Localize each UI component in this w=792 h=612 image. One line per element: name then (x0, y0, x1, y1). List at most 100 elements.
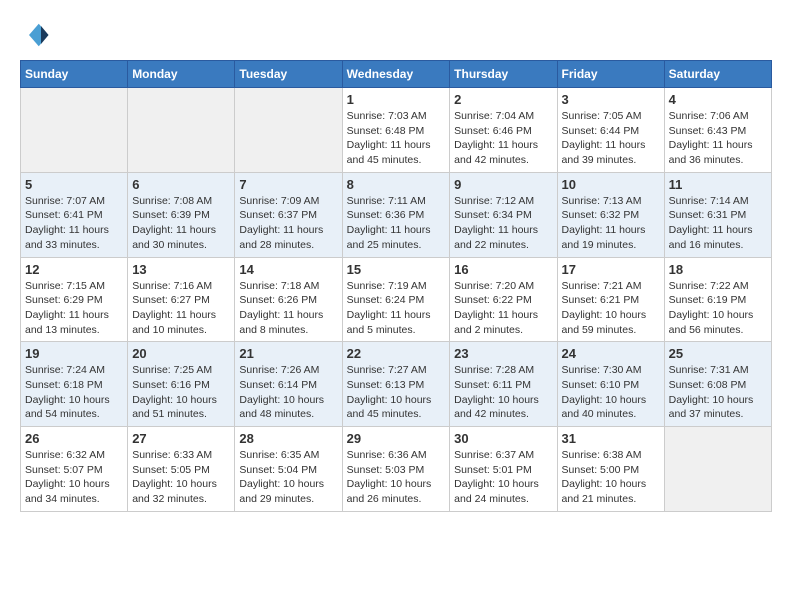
day-number: 9 (454, 177, 552, 192)
day-number: 19 (25, 346, 123, 361)
day-info: Sunrise: 7:30 AM Sunset: 6:10 PM Dayligh… (562, 363, 660, 422)
day-info: Sunrise: 7:18 AM Sunset: 6:26 PM Dayligh… (239, 279, 337, 338)
day-number: 8 (347, 177, 446, 192)
calendar-day-cell: 28 Sunrise: 6:35 AM Sunset: 5:04 PM Dayli… (235, 427, 342, 512)
day-number: 29 (347, 431, 446, 446)
day-info: Sunrise: 6:32 AM Sunset: 5:07 PM Dayligh… (25, 448, 123, 507)
day-info: Sunrise: 7:04 AM Sunset: 6:46 PM Dayligh… (454, 109, 552, 168)
empty-day-cell (128, 88, 235, 173)
weekday-header: Monday (128, 61, 235, 88)
calendar-week-row: 19 Sunrise: 7:24 AM Sunset: 6:18 PM Dayli… (21, 342, 772, 427)
day-number: 27 (132, 431, 230, 446)
day-info: Sunrise: 7:07 AM Sunset: 6:41 PM Dayligh… (25, 194, 123, 253)
calendar-day-cell: 24 Sunrise: 7:30 AM Sunset: 6:10 PM Dayli… (557, 342, 664, 427)
day-info: Sunrise: 7:14 AM Sunset: 6:31 PM Dayligh… (669, 194, 767, 253)
empty-day-cell (235, 88, 342, 173)
day-info: Sunrise: 6:37 AM Sunset: 5:01 PM Dayligh… (454, 448, 552, 507)
day-info: Sunrise: 7:05 AM Sunset: 6:44 PM Dayligh… (562, 109, 660, 168)
day-info: Sunrise: 7:13 AM Sunset: 6:32 PM Dayligh… (562, 194, 660, 253)
day-number: 12 (25, 262, 123, 277)
day-number: 26 (25, 431, 123, 446)
calendar-day-cell: 4 Sunrise: 7:06 AM Sunset: 6:43 PM Daylig… (664, 88, 771, 173)
day-number: 21 (239, 346, 337, 361)
day-info: Sunrise: 7:09 AM Sunset: 6:37 PM Dayligh… (239, 194, 337, 253)
day-info: Sunrise: 7:12 AM Sunset: 6:34 PM Dayligh… (454, 194, 552, 253)
day-number: 31 (562, 431, 660, 446)
day-number: 11 (669, 177, 767, 192)
calendar-day-cell: 22 Sunrise: 7:27 AM Sunset: 6:13 PM Dayli… (342, 342, 450, 427)
day-number: 25 (669, 346, 767, 361)
day-number: 15 (347, 262, 446, 277)
calendar-week-row: 1 Sunrise: 7:03 AM Sunset: 6:48 PM Daylig… (21, 88, 772, 173)
day-info: Sunrise: 7:28 AM Sunset: 6:11 PM Dayligh… (454, 363, 552, 422)
calendar-day-cell: 27 Sunrise: 6:33 AM Sunset: 5:05 PM Dayli… (128, 427, 235, 512)
day-info: Sunrise: 7:20 AM Sunset: 6:22 PM Dayligh… (454, 279, 552, 338)
day-info: Sunrise: 7:22 AM Sunset: 6:19 PM Dayligh… (669, 279, 767, 338)
day-info: Sunrise: 7:16 AM Sunset: 6:27 PM Dayligh… (132, 279, 230, 338)
day-number: 17 (562, 262, 660, 277)
day-info: Sunrise: 7:27 AM Sunset: 6:13 PM Dayligh… (347, 363, 446, 422)
calendar-week-row: 26 Sunrise: 6:32 AM Sunset: 5:07 PM Dayli… (21, 427, 772, 512)
empty-day-cell (664, 427, 771, 512)
day-info: Sunrise: 6:33 AM Sunset: 5:05 PM Dayligh… (132, 448, 230, 507)
day-number: 6 (132, 177, 230, 192)
calendar-day-cell: 14Sunrise: 7:18 AM Sunset: 6:26 PM Dayli… (235, 257, 342, 342)
calendar-day-cell: 9 Sunrise: 7:12 AM Sunset: 6:34 PM Daylig… (450, 172, 557, 257)
calendar-day-cell: 19 Sunrise: 7:24 AM Sunset: 6:18 PM Dayli… (21, 342, 128, 427)
calendar-day-cell: 21 Sunrise: 7:26 AM Sunset: 6:14 PM Dayli… (235, 342, 342, 427)
calendar-day-cell: 7Sunrise: 7:09 AM Sunset: 6:37 PM Daylig… (235, 172, 342, 257)
calendar-day-cell: 23Sunrise: 7:28 AM Sunset: 6:11 PM Dayli… (450, 342, 557, 427)
calendar-day-cell: 10 Sunrise: 7:13 AM Sunset: 6:32 PM Dayli… (557, 172, 664, 257)
day-info: Sunrise: 7:08 AM Sunset: 6:39 PM Dayligh… (132, 194, 230, 253)
day-info: Sunrise: 7:19 AM Sunset: 6:24 PM Dayligh… (347, 279, 446, 338)
page-header (20, 20, 772, 50)
day-number: 4 (669, 92, 767, 107)
weekday-header: Tuesday (235, 61, 342, 88)
calendar-day-cell: 13 Sunrise: 7:16 AM Sunset: 6:27 PM Dayli… (128, 257, 235, 342)
calendar-day-cell: 5Sunrise: 7:07 AM Sunset: 6:41 PM Daylig… (21, 172, 128, 257)
day-number: 30 (454, 431, 552, 446)
calendar-day-cell: 1 Sunrise: 7:03 AM Sunset: 6:48 PM Daylig… (342, 88, 450, 173)
day-info: Sunrise: 7:06 AM Sunset: 6:43 PM Dayligh… (669, 109, 767, 168)
calendar-day-cell: 3Sunrise: 7:05 AM Sunset: 6:44 PM Daylig… (557, 88, 664, 173)
calendar-day-cell: 12Sunrise: 7:15 AM Sunset: 6:29 PM Dayli… (21, 257, 128, 342)
empty-day-cell (21, 88, 128, 173)
calendar-day-cell: 18 Sunrise: 7:22 AM Sunset: 6:19 PM Dayli… (664, 257, 771, 342)
calendar-day-cell: 17 Sunrise: 7:21 AM Sunset: 6:21 PM Dayli… (557, 257, 664, 342)
day-number: 24 (562, 346, 660, 361)
logo-icon (20, 20, 50, 50)
day-number: 22 (347, 346, 446, 361)
calendar-day-cell: 26 Sunrise: 6:32 AM Sunset: 5:07 PM Dayli… (21, 427, 128, 512)
calendar-day-cell: 11 Sunrise: 7:14 AM Sunset: 6:31 PM Dayli… (664, 172, 771, 257)
day-info: Sunrise: 7:31 AM Sunset: 6:08 PM Dayligh… (669, 363, 767, 422)
weekday-header: Wednesday (342, 61, 450, 88)
day-number: 28 (239, 431, 337, 446)
calendar-week-row: 5Sunrise: 7:07 AM Sunset: 6:41 PM Daylig… (21, 172, 772, 257)
calendar-day-cell: 20Sunrise: 7:25 AM Sunset: 6:16 PM Dayli… (128, 342, 235, 427)
calendar-day-cell: 30 Sunrise: 6:37 AM Sunset: 5:01 PM Dayli… (450, 427, 557, 512)
day-info: Sunrise: 7:03 AM Sunset: 6:48 PM Dayligh… (347, 109, 446, 168)
calendar-day-cell: 6 Sunrise: 7:08 AM Sunset: 6:39 PM Daylig… (128, 172, 235, 257)
day-info: Sunrise: 7:11 AM Sunset: 6:36 PM Dayligh… (347, 194, 446, 253)
calendar-header-row: SundayMondayTuesdayWednesdayThursdayFrid… (21, 61, 772, 88)
day-number: 16 (454, 262, 552, 277)
day-number: 2 (454, 92, 552, 107)
logo (20, 20, 54, 50)
day-number: 13 (132, 262, 230, 277)
day-info: Sunrise: 7:21 AM Sunset: 6:21 PM Dayligh… (562, 279, 660, 338)
weekday-header: Saturday (664, 61, 771, 88)
calendar-day-cell: 16 Sunrise: 7:20 AM Sunset: 6:22 PM Dayli… (450, 257, 557, 342)
day-number: 18 (669, 262, 767, 277)
calendar-week-row: 12Sunrise: 7:15 AM Sunset: 6:29 PM Dayli… (21, 257, 772, 342)
day-info: Sunrise: 7:24 AM Sunset: 6:18 PM Dayligh… (25, 363, 123, 422)
day-info: Sunrise: 6:38 AM Sunset: 5:00 PM Dayligh… (562, 448, 660, 507)
calendar-day-cell: 31 Sunrise: 6:38 AM Sunset: 5:00 PM Dayli… (557, 427, 664, 512)
day-info: Sunrise: 6:35 AM Sunset: 5:04 PM Dayligh… (239, 448, 337, 507)
calendar-day-cell: 29Sunrise: 6:36 AM Sunset: 5:03 PM Dayli… (342, 427, 450, 512)
calendar-day-cell: 15 Sunrise: 7:19 AM Sunset: 6:24 PM Dayli… (342, 257, 450, 342)
day-info: Sunrise: 7:26 AM Sunset: 6:14 PM Dayligh… (239, 363, 337, 422)
day-number: 10 (562, 177, 660, 192)
calendar-table: SundayMondayTuesdayWednesdayThursdayFrid… (20, 60, 772, 512)
day-number: 1 (347, 92, 446, 107)
calendar-day-cell: 2 Sunrise: 7:04 AM Sunset: 6:46 PM Daylig… (450, 88, 557, 173)
